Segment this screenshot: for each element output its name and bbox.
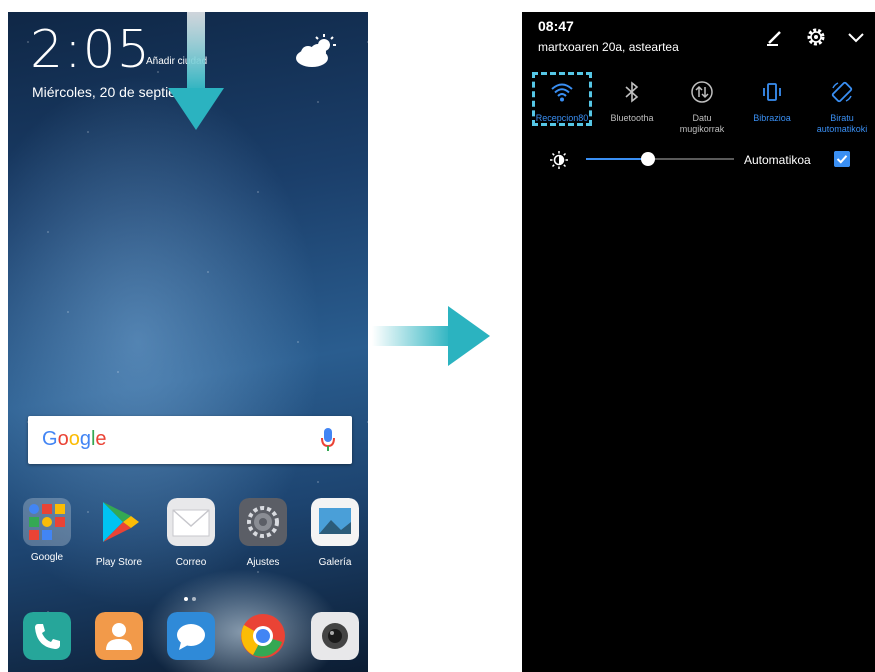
toggle-label: Bibrazioa — [753, 113, 791, 123]
auto-brightness-label: Automatikoa — [744, 153, 811, 167]
phone-icon[interactable] — [23, 612, 71, 660]
toggle-auto-rotate[interactable]: Biratu automatikoki — [810, 74, 874, 135]
play-store-icon — [103, 502, 139, 542]
microphone-icon[interactable] — [320, 428, 336, 452]
toggle-label: Datu mugikorrak — [679, 113, 725, 134]
swipe-down-arrow-icon — [168, 12, 224, 130]
google-search-bar[interactable]: Google — [28, 416, 352, 464]
settings-gear-icon — [239, 498, 287, 546]
app-label: Galería — [318, 557, 352, 568]
bluetooth-icon — [625, 81, 639, 103]
toggle-bluetooth[interactable]: Bluetootha — [600, 74, 664, 124]
clock-time[interactable]: 2:05 — [30, 20, 151, 80]
settings-gear-icon[interactable] — [805, 26, 827, 48]
notification-panel: 08:47 martxoaren 20a, asteartea Recepcio… — [522, 12, 875, 672]
toggle-mobile-data[interactable]: Datu mugikorrak — [670, 74, 734, 135]
panel-date: martxoaren 20a, asteartea — [538, 40, 679, 54]
app-google-folder[interactable]: Google — [16, 498, 78, 563]
brightness-slider-thumb[interactable] — [641, 152, 656, 166]
auto-rotate-icon — [831, 81, 853, 103]
page-indicator — [182, 588, 198, 606]
edit-icon[interactable] — [764, 26, 786, 48]
toggle-label: Bluetootha — [610, 113, 654, 123]
chrome-icon[interactable] — [239, 612, 287, 660]
chevron-down-icon[interactable] — [845, 26, 867, 48]
brightness-slider[interactable] — [586, 152, 734, 166]
app-label: Correo — [175, 557, 207, 568]
messages-icon[interactable] — [167, 612, 215, 660]
app-galeria[interactable]: Galería — [304, 498, 366, 568]
google-logo: Google — [42, 428, 107, 450]
mail-envelope-icon — [167, 498, 215, 546]
app-correo[interactable]: Correo — [160, 498, 222, 568]
app-ajustes[interactable]: Ajustes — [232, 498, 294, 568]
toggle-vibration[interactable]: Bibrazioa — [740, 74, 804, 124]
app-label: Play Store — [95, 557, 143, 568]
vibration-icon — [763, 83, 781, 101]
auto-brightness-checkbox[interactable] — [834, 151, 850, 167]
app-label: Google — [30, 552, 64, 563]
brightness-slider-fill — [586, 158, 649, 160]
camera-icon[interactable] — [311, 612, 359, 660]
mobile-data-icon — [691, 81, 713, 103]
contacts-icon[interactable] — [95, 612, 143, 660]
transition-arrow-icon — [372, 306, 490, 366]
google-folder-icon — [23, 498, 71, 546]
gallery-photo-icon — [311, 498, 359, 546]
app-play-store[interactable]: Play Store — [88, 498, 150, 568]
home-screen: 2:05 Añadir ciudad Miércoles, 20 de sept… — [8, 12, 368, 672]
app-label: Ajustes — [246, 557, 280, 568]
weather-cloud-sun-icon[interactable] — [294, 34, 338, 68]
toggle-label: Biratu automatikoki — [816, 113, 868, 134]
wifi-highlight-box — [532, 72, 592, 126]
panel-time: 08:47 — [538, 18, 574, 34]
brightness-icon — [550, 151, 568, 169]
panel-header-actions — [750, 26, 867, 48]
